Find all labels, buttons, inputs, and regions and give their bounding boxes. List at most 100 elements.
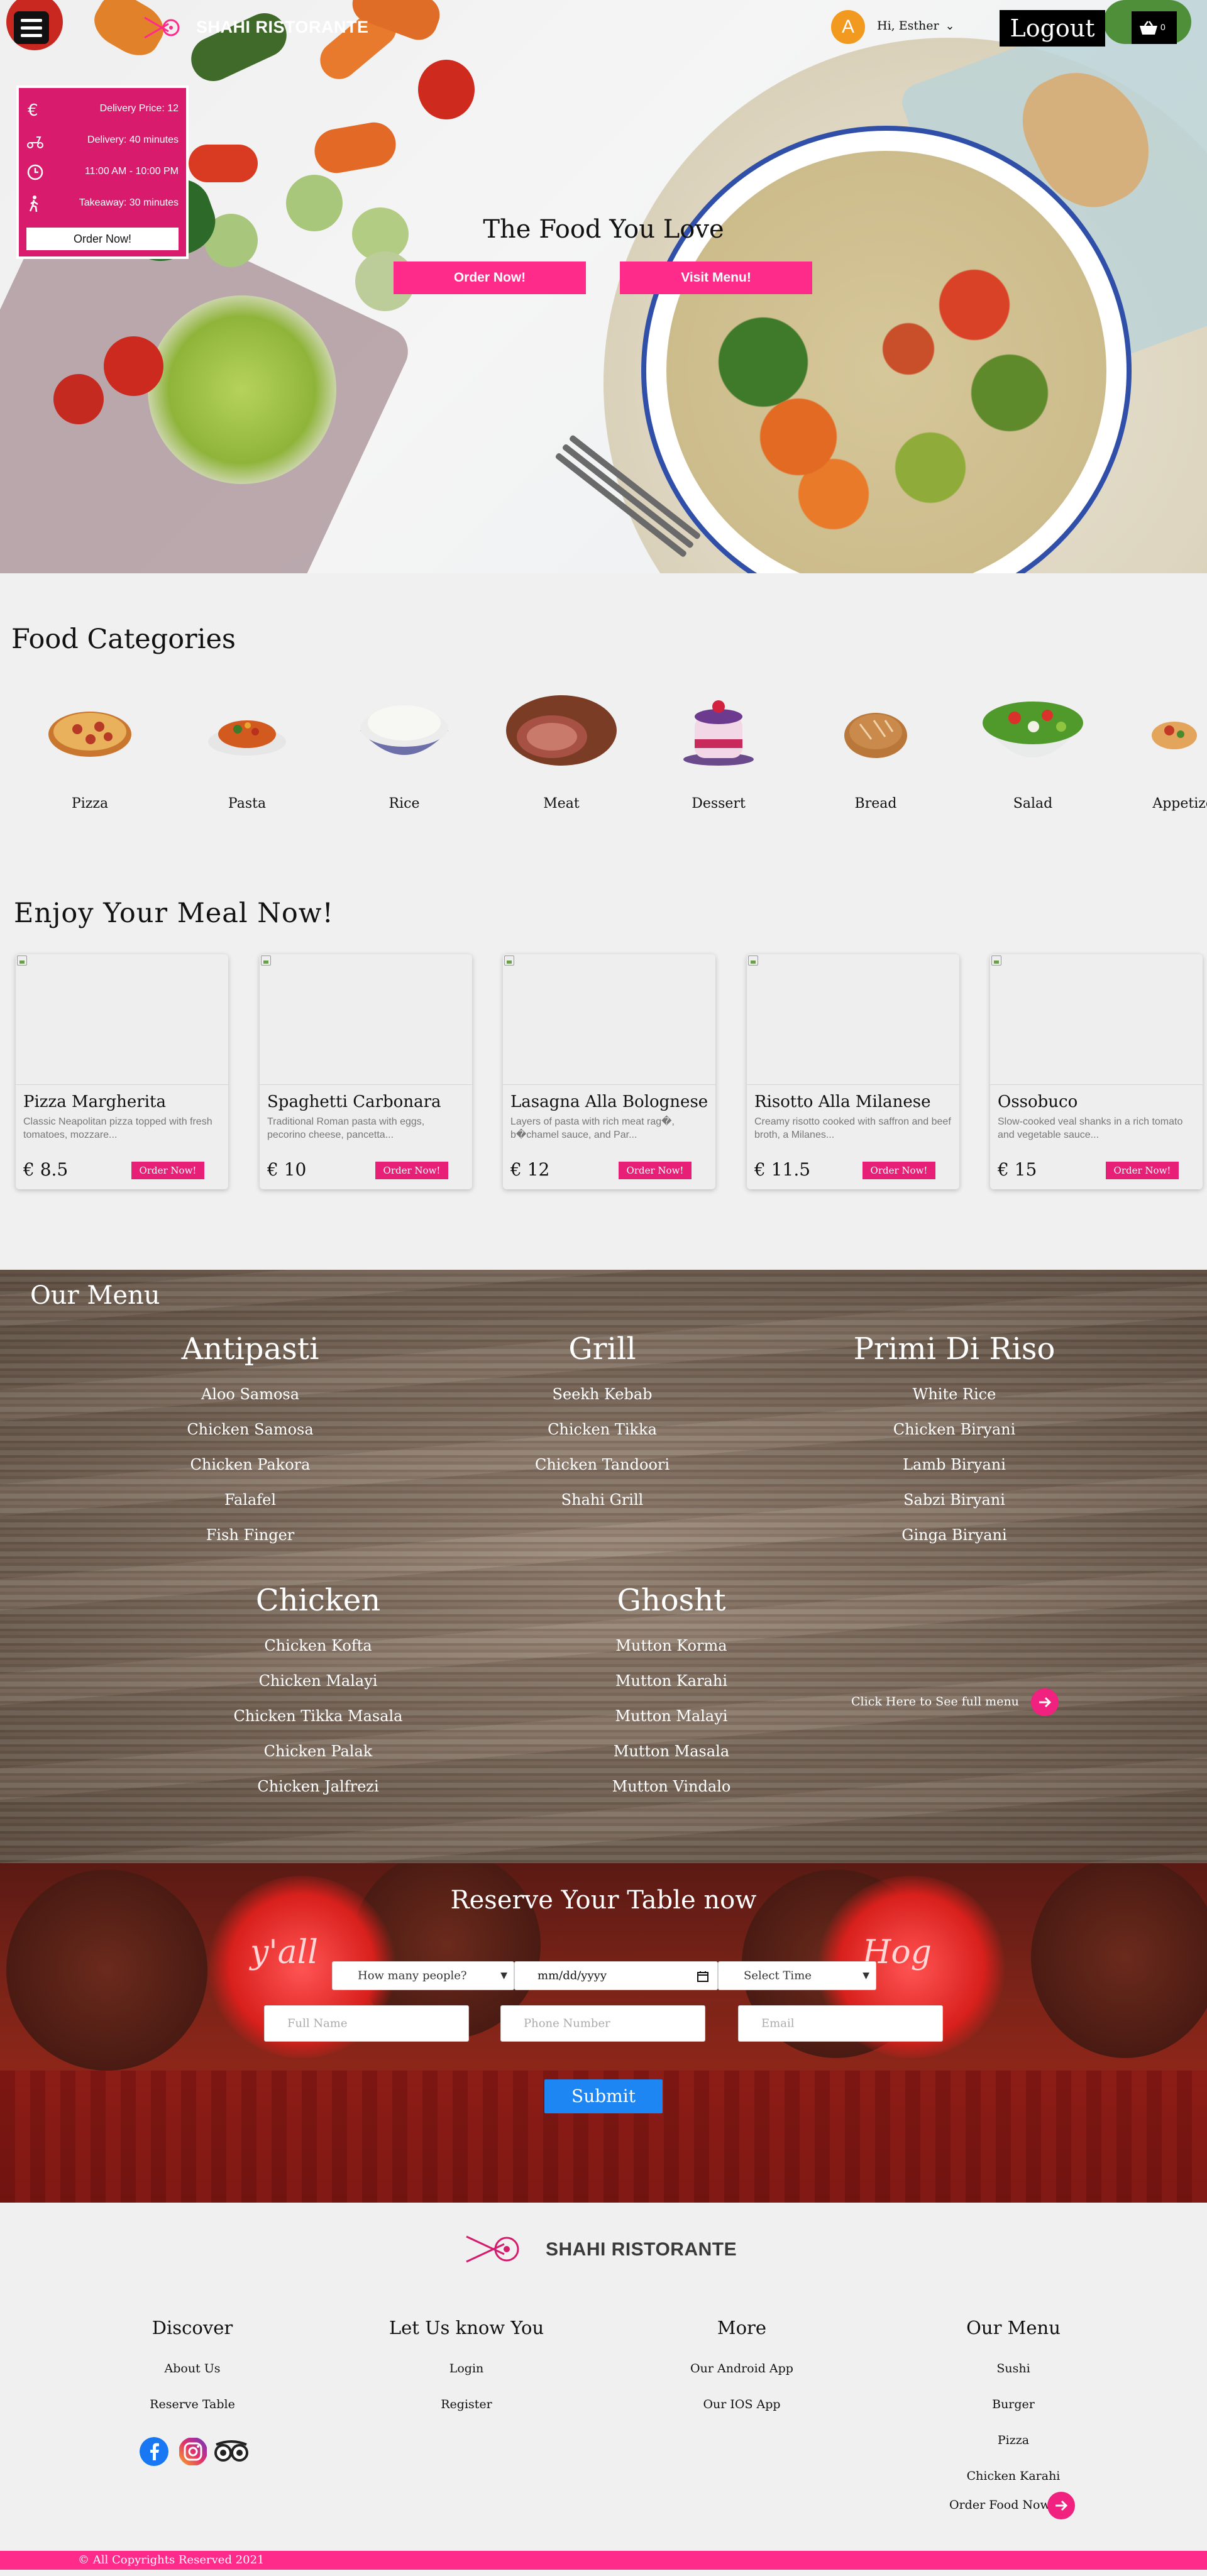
footer-link[interactable]: Register: [360, 2387, 573, 2423]
menu-item[interactable]: Chicken Malayi: [161, 1663, 475, 1698]
info-row-hours: 11:00 AM - 10:00 PM: [19, 160, 186, 185]
category-salad[interactable]: Salad: [973, 679, 1093, 812]
full-menu-link[interactable]: Click Here to See full menu: [851, 1688, 1059, 1716]
cart-button[interactable]: 0: [1132, 11, 1177, 44]
menu-item[interactable]: Chicken Pakora: [93, 1447, 407, 1482]
footer-link[interactable]: Chicken Karahi: [907, 2458, 1120, 2494]
brand-name[interactable]: SHAHI RISTORANTE: [196, 18, 369, 37]
footer-link[interactable]: About Us: [85, 2351, 299, 2387]
user-avatar[interactable]: A: [831, 10, 865, 44]
people-select[interactable]: How many people? ▼: [332, 1961, 514, 1990]
submit-reservation-button[interactable]: Submit: [544, 2079, 663, 2113]
salad-icon: [983, 702, 1083, 757]
euro-icon: €: [28, 101, 38, 118]
meat-icon: [506, 695, 617, 766]
menu-item[interactable]: Falafel: [93, 1482, 407, 1517]
meal-card[interactable]: Lasagna Alla Bolognese Layers of pasta w…: [503, 954, 715, 1189]
footer-order-food-link[interactable]: Order Food Now!: [949, 2492, 1075, 2519]
menu-item[interactable]: Shahi Grill: [445, 1482, 759, 1517]
meal-image: [260, 954, 472, 1085]
arrow-right-icon: [1047, 2492, 1075, 2519]
meal-order-button[interactable]: Order Now!: [619, 1162, 692, 1179]
hero-visit-menu-button[interactable]: Visit Menu!: [620, 261, 812, 294]
email-input[interactable]: Email: [738, 2005, 943, 2042]
menu-column-ghosht: Ghosht Mutton Korma Mutton Karahi Mutton…: [514, 1583, 829, 1804]
category-dessert[interactable]: Dessert: [659, 679, 778, 812]
facebook-icon[interactable]: [140, 2437, 168, 2466]
cart-count: 0: [1160, 22, 1166, 32]
hamburger-menu-button[interactable]: [14, 11, 49, 44]
meal-name: Lasagna Alla Bolognese: [510, 1093, 708, 1111]
meal-order-button[interactable]: Order Now!: [863, 1162, 935, 1179]
meal-card[interactable]: Spaghetti Carbonara Traditional Roman pa…: [260, 954, 472, 1189]
footer-link[interactable]: Burger: [907, 2387, 1120, 2423]
meal-card[interactable]: Risotto Alla Milanese Creamy risotto coo…: [747, 954, 959, 1189]
meal-image: [16, 954, 228, 1085]
category-appetizers[interactable]: Appetizers: [1130, 679, 1207, 812]
footer-link[interactable]: Pizza: [907, 2423, 1120, 2458]
menu-item[interactable]: Aloo Samosa: [93, 1377, 407, 1412]
full-name-input[interactable]: Full Name: [264, 2005, 469, 2042]
menu-item[interactable]: Mutton Masala: [514, 1734, 829, 1769]
menu-item[interactable]: Mutton Malayi: [514, 1698, 829, 1734]
footer-link[interactable]: Our IOS App: [635, 2387, 849, 2423]
menu-item[interactable]: Mutton Korma: [514, 1628, 829, 1663]
menu-item[interactable]: Chicken Kofta: [161, 1628, 475, 1663]
hero-banner: SHAHI RISTORANTE A Hi, Esther ⌄ Logout 0 …: [0, 0, 1207, 573]
menu-item[interactable]: Chicken Tandoori: [445, 1447, 759, 1482]
category-meat[interactable]: Meat: [502, 679, 621, 812]
dessert-icon: [683, 700, 754, 766]
time-select[interactable]: Select Time ▼: [718, 1961, 876, 1990]
category-bread[interactable]: Bread: [816, 679, 935, 812]
meal-price: € 10: [267, 1159, 307, 1180]
footer-link[interactable]: Our Android App: [635, 2351, 849, 2387]
footer-column-more: More Our Android App Our IOS App: [635, 2317, 849, 2423]
brand-logo-icon: [144, 16, 180, 39]
footer-column-let-us-know-you: Let Us know You Login Register: [360, 2317, 573, 2423]
chevron-down-icon: ▼: [863, 1971, 869, 1981]
pizza-icon: [48, 712, 131, 757]
meal-order-button[interactable]: Order Now!: [131, 1162, 204, 1179]
menu-item[interactable]: Lamb Biryani: [797, 1447, 1111, 1482]
menu-item[interactable]: Ginga Biryani: [797, 1517, 1111, 1553]
menu-item[interactable]: Chicken Tikka: [445, 1412, 759, 1447]
category-pasta[interactable]: Pasta: [187, 679, 307, 812]
footer-column-discover: Discover About Us Reserve Table: [85, 2317, 299, 2423]
meal-description: Layers of pasta with rich meat rag�, b�c…: [510, 1116, 675, 1140]
menu-item[interactable]: White Rice: [797, 1377, 1111, 1412]
menu-item[interactable]: Chicken Biryani: [797, 1412, 1111, 1447]
date-input[interactable]: mm/dd/yyyy: [514, 1961, 718, 1990]
broken-image-icon: [261, 955, 271, 966]
meal-description: Creamy risotto cooked with saffron and b…: [754, 1116, 951, 1140]
tripadvisor-icon[interactable]: [212, 2437, 250, 2466]
menu-item[interactable]: Chicken Jalfrezi: [161, 1769, 475, 1804]
meal-price: € 8.5: [23, 1159, 69, 1180]
menu-item[interactable]: Mutton Karahi: [514, 1663, 829, 1698]
phone-number-input[interactable]: Phone Number: [500, 2005, 705, 2042]
menu-item[interactable]: Fish Finger: [93, 1517, 407, 1553]
hero-order-now-button[interactable]: Order Now!: [394, 261, 586, 294]
footer-link[interactable]: Sushi: [907, 2351, 1120, 2387]
menu-column-grill: Grill Seekh Kebab Chicken Tikka Chicken …: [445, 1331, 759, 1517]
meal-order-button[interactable]: Order Now!: [1106, 1162, 1179, 1179]
menu-item[interactable]: Chicken Samosa: [93, 1412, 407, 1447]
instagram-icon[interactable]: [179, 2437, 207, 2466]
menu-item[interactable]: Mutton Vindalo: [514, 1769, 829, 1804]
menu-item[interactable]: Seekh Kebab: [445, 1377, 759, 1412]
menu-item[interactable]: Sabzi Biryani: [797, 1482, 1111, 1517]
rice-icon: [360, 705, 448, 755]
user-greeting-dropdown[interactable]: Hi, Esther ⌄: [877, 19, 955, 33]
footer-link[interactable]: Reserve Table: [85, 2387, 299, 2423]
logout-button[interactable]: Logout: [1000, 10, 1105, 47]
footer-link[interactable]: Login: [360, 2351, 573, 2387]
category-pizza[interactable]: Pizza: [30, 679, 150, 812]
our-menu-title: Our Menu: [30, 1281, 160, 1310]
menu-item[interactable]: Chicken Tikka Masala: [161, 1698, 475, 1734]
menu-column-heading: Ghosht: [617, 1583, 726, 1618]
info-row-delivery-time: Delivery: 40 minutes: [19, 128, 186, 153]
category-rice[interactable]: Rice: [344, 679, 464, 812]
meal-card[interactable]: Pizza Margherita Classic Neapolitan pizz…: [16, 954, 228, 1189]
meal-card[interactable]: Ossobuco Slow-cooked veal shanks in a ri…: [990, 954, 1203, 1189]
meal-order-button[interactable]: Order Now!: [375, 1162, 448, 1179]
menu-item[interactable]: Chicken Palak: [161, 1734, 475, 1769]
